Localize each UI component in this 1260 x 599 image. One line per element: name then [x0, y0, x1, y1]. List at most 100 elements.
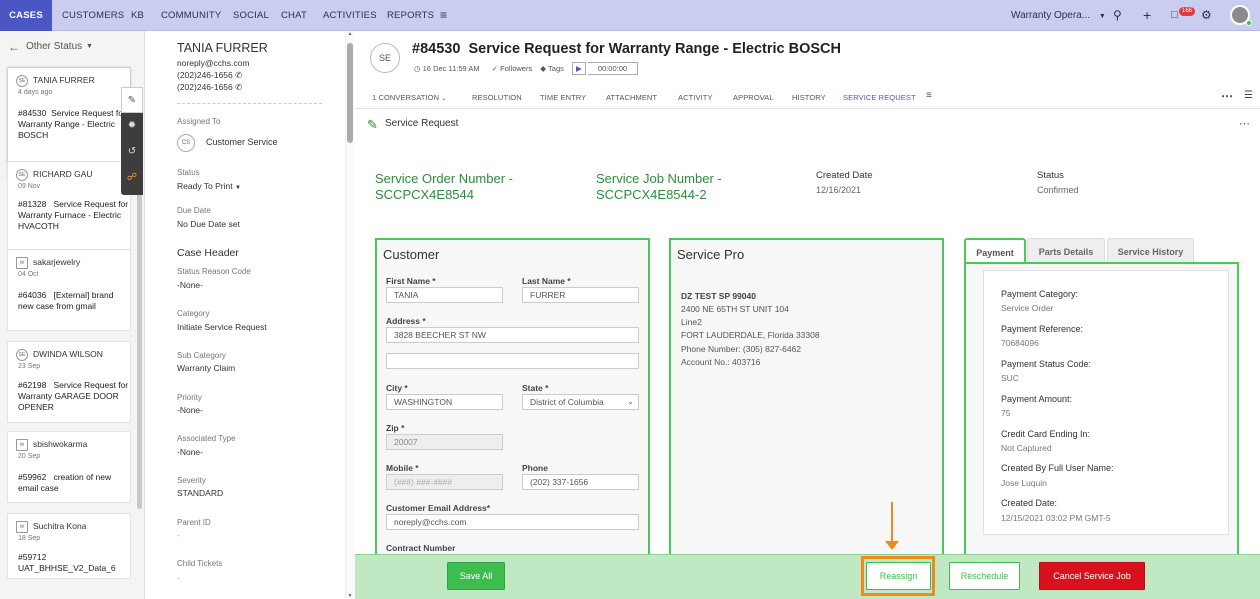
reschedule-button[interactable]: Reschedule	[949, 562, 1020, 590]
severity-value[interactable]: STANDARD	[177, 488, 223, 498]
timer-display: 00:00:00	[587, 62, 639, 75]
service-pro-card: Service Pro DZ TEST SP 99040 2400 NE 65T…	[669, 238, 944, 556]
tags-link[interactable]: Tags	[548, 64, 564, 73]
followers-link[interactable]: Followers	[500, 64, 532, 73]
email-icon: ✉	[16, 521, 28, 533]
state-select[interactable]: District of Columbia ⌄	[522, 394, 639, 410]
annotation-arrow-icon	[885, 541, 899, 550]
tab-conversation[interactable]: 1 CONVERSATION ⌄	[372, 93, 446, 102]
timer-play-icon[interactable]: ▶	[571, 62, 586, 75]
workspace-selector[interactable]: Warranty Opera... ▼	[1011, 0, 1106, 31]
nav-tab-customers[interactable]: Customers	[62, 0, 124, 31]
tab-service-request[interactable]: SERVICE REQUEST	[843, 93, 916, 102]
payment-category-label: Payment Category:	[1001, 289, 1079, 299]
last-name-field[interactable]: FURRER	[522, 287, 639, 303]
phone-icon: ✆	[235, 70, 243, 80]
tab-activity[interactable]: ACTIVITY	[678, 93, 713, 102]
credit-card-label: Credit Card Ending In:	[1001, 429, 1091, 439]
avatar: SE	[16, 349, 28, 361]
section-more-icon[interactable]: ⋯	[1239, 117, 1250, 130]
search-icon[interactable]: ⚲	[1113, 0, 1122, 31]
status-reason-value[interactable]: -None-	[177, 280, 203, 290]
first-name-field[interactable]: TANIA	[386, 287, 503, 303]
cancel-service-job-button[interactable]: Cancel Service Job	[1039, 562, 1145, 590]
nav-tab-cases[interactable]: Cases	[0, 0, 52, 31]
scroll-up-icon[interactable]: ▲	[346, 31, 354, 37]
filter-chevron-down-icon[interactable]: ▼	[86, 31, 93, 63]
assignee-avatar: CS	[177, 134, 195, 152]
tab-parts-details[interactable]: Parts Details	[1027, 238, 1105, 264]
nav-tab-social[interactable]: Social	[233, 0, 269, 31]
phone-number: (202)246-1656	[177, 70, 233, 80]
case-card[interactable]: ✉ Suchitra Kona 18 Sep #59712 UAT_BHHSE_V…	[7, 513, 131, 579]
notifications-icon[interactable]: □	[1171, 0, 1178, 31]
tabs-more-icon[interactable]: ≡	[926, 90, 932, 101]
more-options-icon[interactable]: ⋯	[1221, 89, 1233, 103]
save-all-button[interactable]: Save All	[447, 562, 505, 590]
divider	[355, 108, 1260, 109]
avatar: SE	[16, 169, 28, 181]
bug-icon[interactable]: ✹	[121, 113, 143, 139]
category-value[interactable]: Initiate Service Request	[177, 322, 267, 332]
workflow-icon[interactable]: ☍	[121, 165, 143, 191]
tab-attachment[interactable]: ATTACHMENT	[606, 93, 657, 102]
tab-time-entry[interactable]: TIME ENTRY	[540, 93, 586, 102]
contact-email[interactable]: noreply@cchs.com	[177, 58, 249, 68]
case-card[interactable]: SE DWINDA WILSON 23 Sep #62198 Service R…	[7, 341, 131, 423]
service-pro-phone: Phone Number: (305) 827-6462	[681, 344, 802, 354]
nav-tab-reports[interactable]: Reports	[387, 0, 434, 31]
address-line1-field[interactable]: 3828 BEECHER ST NW	[386, 327, 639, 343]
city-field[interactable]: WASHINGTON	[386, 394, 503, 410]
status-filter-label[interactable]: Other Status	[26, 31, 82, 63]
contact-phone-secondary[interactable]: (202)246-1656 ✆	[177, 82, 242, 93]
case-card[interactable]: ✉ sakarjewelry 04 Oct #64036 [External] …	[7, 249, 131, 331]
payment-category-value: Service Order	[1001, 303, 1054, 313]
payment-amount-value: 75	[1001, 408, 1011, 418]
nav-tab-community[interactable]: Community	[161, 0, 221, 31]
status-label: Status	[177, 168, 200, 177]
associated-type-value[interactable]: -None-	[177, 447, 203, 457]
attachment-icon[interactable]: ✎	[121, 87, 143, 113]
detail-scrollbar[interactable]: ▲ ▼	[345, 31, 354, 599]
nav-tab-activities[interactable]: Activities	[323, 0, 377, 31]
case-summary: #59962 creation of new email case	[18, 472, 130, 494]
child-tickets-label: Child Tickets	[177, 559, 223, 568]
sub-category-value[interactable]: Warranty Claim	[177, 363, 235, 373]
case-card[interactable]: ✉ sbishwokarma 20 Sep #59962 creation of…	[7, 431, 131, 503]
phone-number: (202)246-1656	[177, 82, 233, 92]
case-number: #64036	[18, 290, 47, 300]
tab-payment[interactable]: Payment	[964, 238, 1026, 264]
avatar: SE	[16, 75, 28, 87]
layers-icon[interactable]: ☰	[1244, 90, 1253, 101]
nav-more-icon[interactable]: ≡	[440, 0, 447, 31]
associated-type-label: Associated Type	[177, 434, 236, 443]
address-line2-field[interactable]	[386, 353, 639, 369]
tab-history[interactable]: HISTORY	[792, 93, 826, 102]
nav-tab-chat[interactable]: Chat	[281, 0, 307, 31]
email-field[interactable]: noreply@cchs.com	[386, 514, 639, 530]
tab-approval[interactable]: APPROVAL	[733, 93, 774, 102]
priority-value[interactable]: -None-	[177, 405, 203, 415]
nav-tab-kb[interactable]: KB	[131, 0, 144, 31]
tab-service-history[interactable]: Service History	[1107, 238, 1194, 264]
tab-resolution[interactable]: RESOLUTION	[472, 93, 522, 102]
history-icon[interactable]: ↺	[121, 139, 143, 165]
back-arrow-icon[interactable]: ←	[8, 31, 20, 63]
due-date-value[interactable]: No Due Date set	[177, 219, 240, 229]
mobile-field[interactable]: (###) ###-####	[386, 474, 503, 490]
parent-id-value[interactable]: -	[177, 530, 180, 540]
case-contact-name: Suchitra Kona	[33, 521, 87, 531]
zip-field[interactable]: 20007	[386, 434, 503, 450]
assigned-to-value[interactable]: Customer Service	[206, 137, 278, 147]
settings-gear-icon[interactable]: ⚙	[1201, 0, 1212, 31]
scrollbar-thumb[interactable]	[347, 43, 353, 143]
case-list-header: ← Other Status ▼	[0, 31, 145, 63]
child-tickets-value[interactable]: -	[177, 573, 180, 583]
case-date: 18 Sep	[18, 535, 41, 542]
phone-field[interactable]: (202) 337-1656	[522, 474, 639, 490]
scroll-down-icon[interactable]: ▼	[346, 593, 354, 599]
contact-phone[interactable]: (202)246-1656 ✆	[177, 70, 242, 81]
add-icon[interactable]: +	[1143, 0, 1151, 31]
status-dropdown[interactable]: Ready To Print ▼	[177, 181, 241, 191]
contact-name: TANIA FURRER	[177, 41, 268, 55]
